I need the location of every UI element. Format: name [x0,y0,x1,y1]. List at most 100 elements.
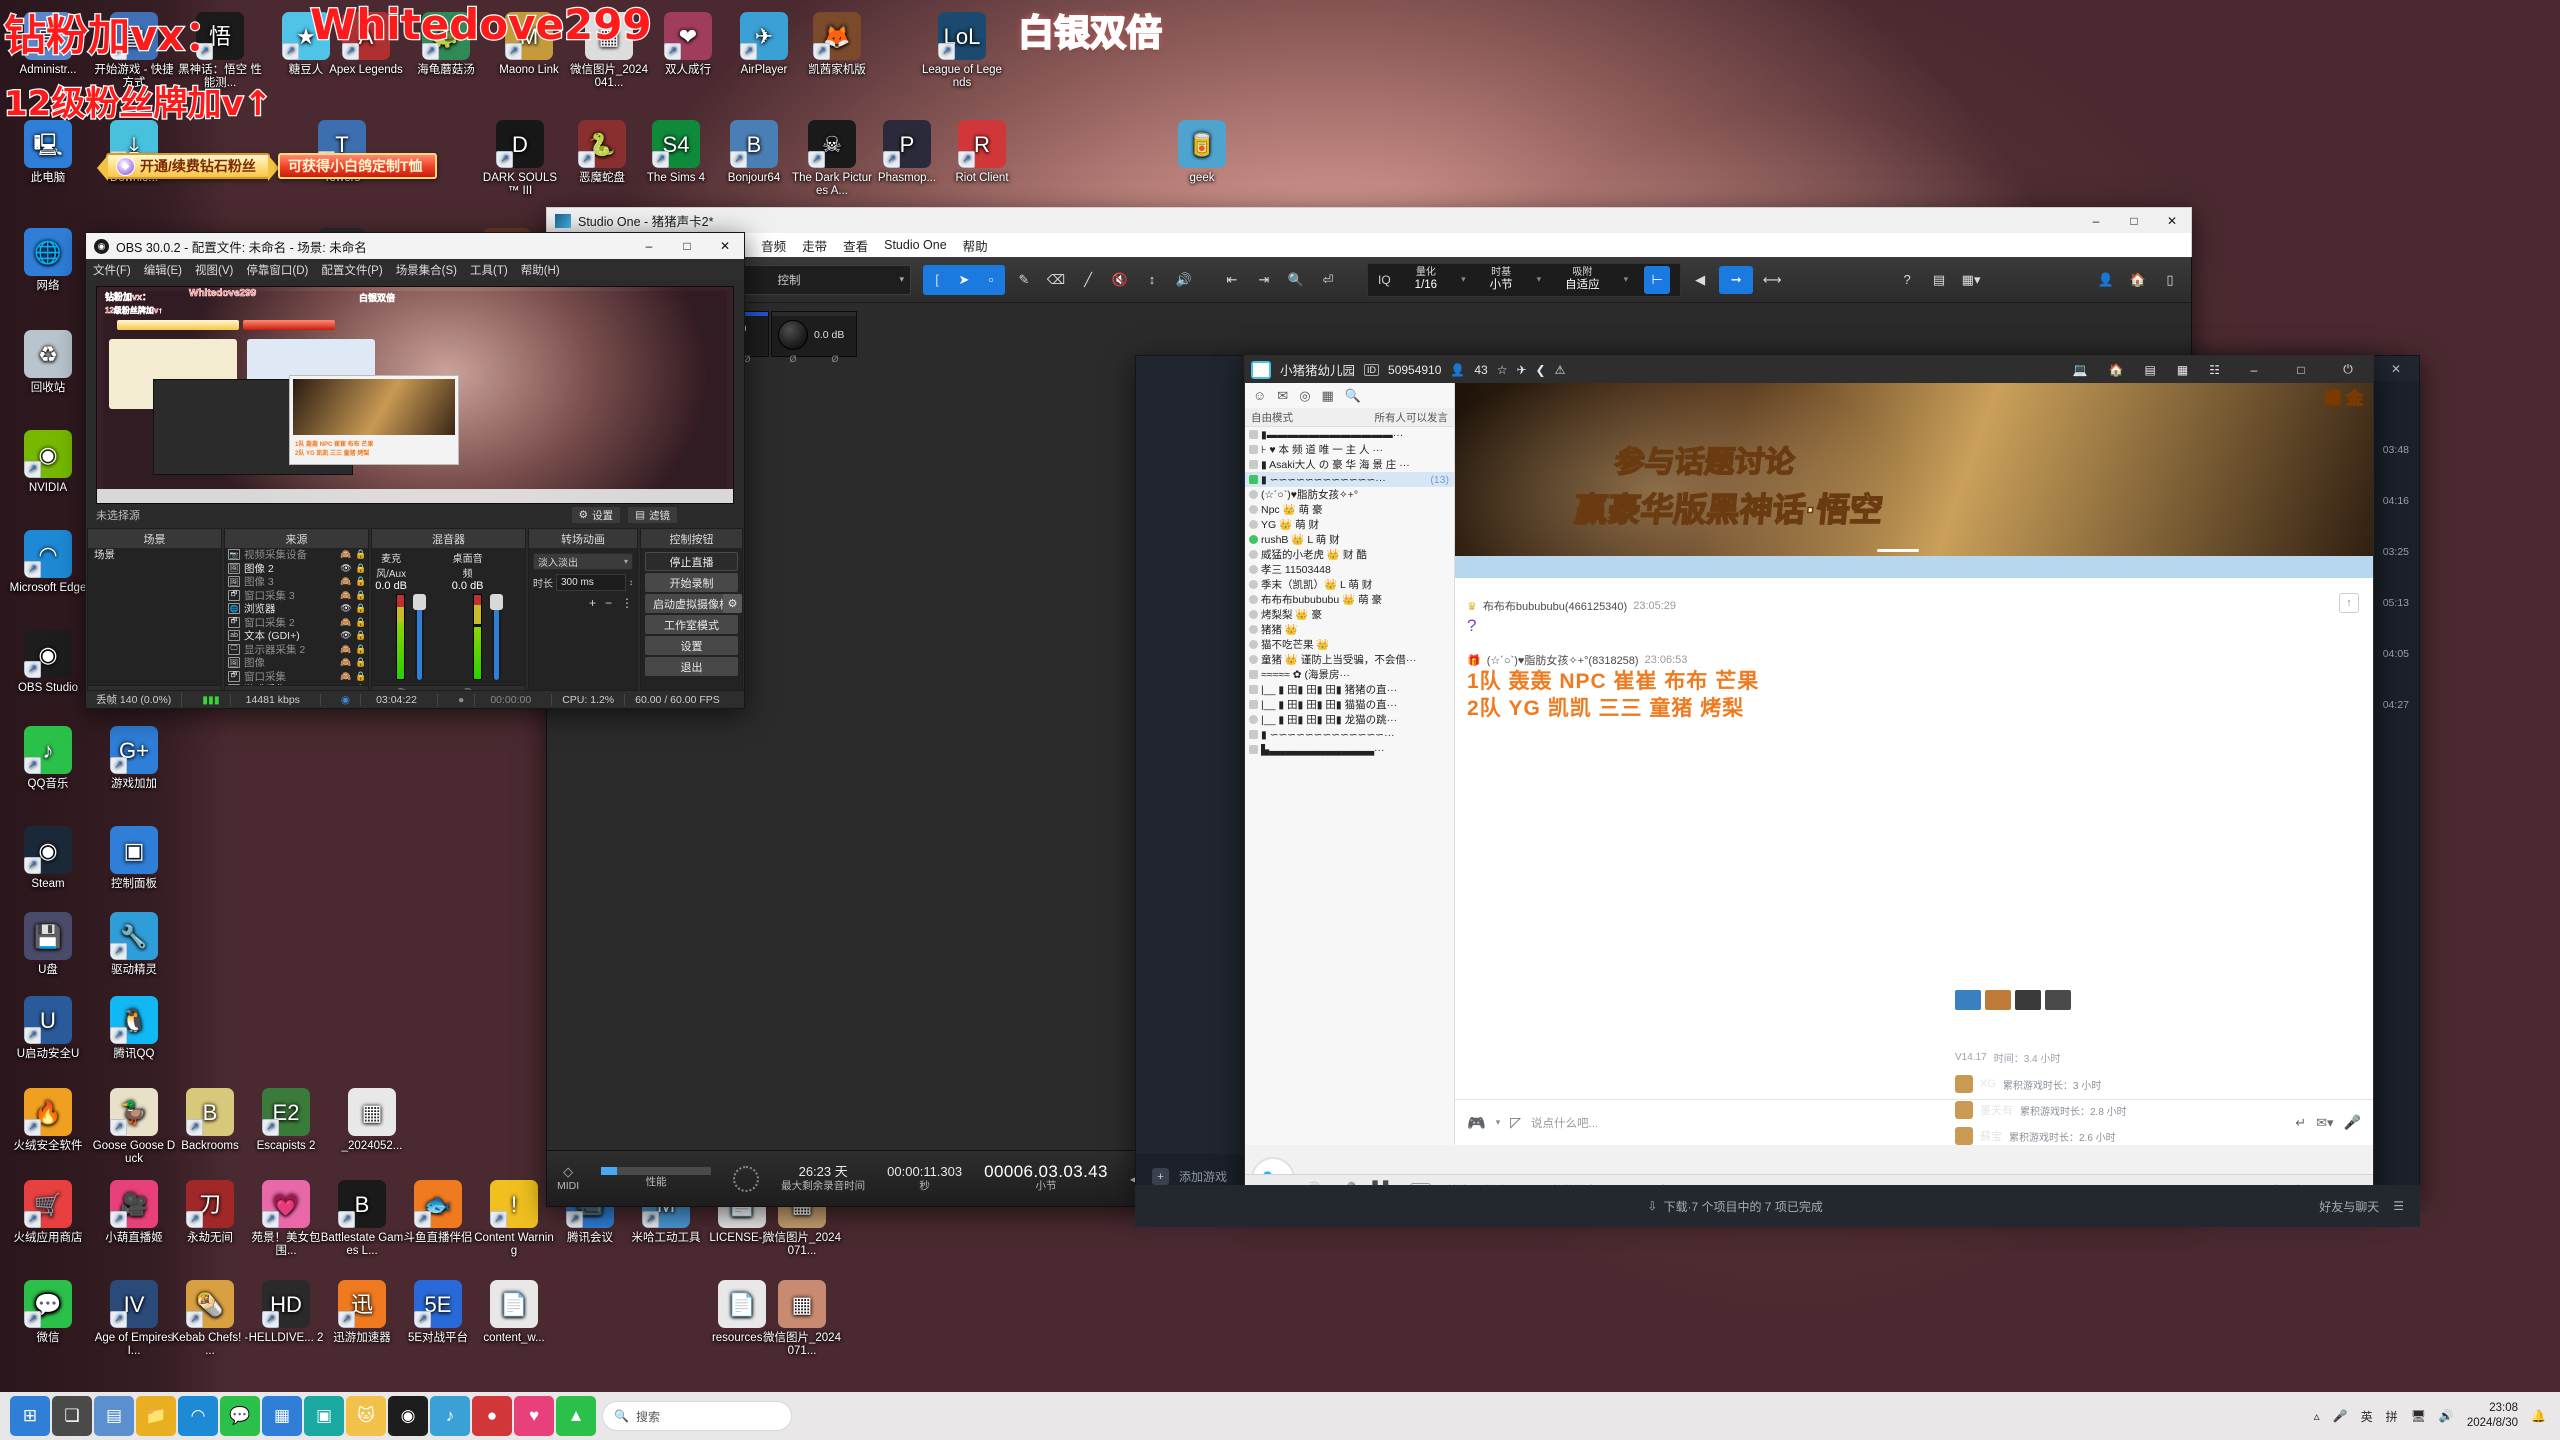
obs-menu-item-1[interactable]: 编辑(E) [144,262,182,278]
desktop-icon-39[interactable]: G+ 游戏加加 [92,726,176,791]
mixer-ch1-fader[interactable] [413,594,427,680]
obs-menu-item-7[interactable]: 帮助(H) [521,262,560,278]
eraser-tool-icon[interactable]: ⌫ [1043,266,1069,294]
send-icon[interactable]: ✈ [1516,363,1526,377]
enter-send-icon[interactable]: ↵ [2295,1115,2306,1131]
yy-channel-item[interactable]: ▮ ∽∽∽∽∽∽∽∽∽∽∽∽∽··· [1245,727,1454,742]
yy-channel-item[interactable]: (☆´○`)♥脂肪女孩✧+° [1245,487,1454,502]
desktop-icon-40[interactable]: ◉ Steam [6,826,90,891]
yy-channel-item[interactable]: 孝三 11503448 [1245,562,1454,577]
desktop-icon-17[interactable]: S4 The Sims 4 [634,120,718,185]
desktop-icon-56[interactable]: 🐟 斗鱼直播伴侣 [396,1180,480,1245]
nudge-right-icon[interactable]: ➞ [1719,265,1754,294]
taskbar-studio-icon[interactable]: ♪ [430,1396,470,1436]
studio-one-menu-item-7[interactable]: 查看 [843,236,868,255]
obs-settings-button[interactable]: ⚙ 设置 [570,506,622,524]
yy-close-button[interactable]: ⏻ [2329,358,2367,382]
share-icon[interactable]: ❮ [1536,363,1546,377]
desktop-icon-47[interactable]: 🦆 Goose Goose Duck [92,1088,176,1166]
marquee-tool-icon[interactable]: ▫ [978,265,1004,294]
snap-toggle-icon[interactable]: ⊢ [1644,265,1671,294]
yy-channel-item[interactable]: YG 👑 萌 财 [1245,517,1454,532]
obs-transitions-body[interactable]: 淡入淡出 ▾ 时长 300 ms ↕ + − ⋮ [529,548,637,702]
desktop-icon-70[interactable]: ▦ 微信图片_2024071... [760,1280,844,1358]
tencent-friend-row[interactable]: 蘇宝 累积游戏时长：2.6 小时 [1955,1123,2255,1149]
range-tool-icon[interactable]: [ [924,266,950,294]
obs-window[interactable]: ◉ OBS 30.0.2 - 配置文件: 未命名 - 场景: 未命名 – □ ✕… [85,232,745,709]
obs-source-row[interactable]: 🖵 显示器采集 2 🙈 🔒 [225,643,368,657]
bend-tool-icon[interactable]: ↕ [1139,266,1165,294]
taskbar-wechat-icon[interactable]: 💬 [220,1396,260,1436]
source-lock-icon[interactable]: 🔒 [354,657,368,668]
arrow-tool-icon[interactable]: ➤ [951,265,977,294]
desktop-icon-63[interactable]: IV Age of Empires I... [92,1280,176,1358]
prev-marker-icon[interactable]: ⇤ [1219,266,1245,294]
yy-channel-item[interactable]: |__ ▮ 田▮ 田▮ 田▮ 猪猪の直··· [1245,682,1454,697]
desktop-icon-36[interactable]: ◉ OBS Studio [6,630,90,695]
emoji-chevron-icon[interactable]: ▾ [1496,1117,1501,1128]
desktop-icon-54[interactable]: 💗 苑景！美女包围... [244,1180,328,1258]
desktop-icon-11[interactable]: LoL League of Legends [920,12,1004,90]
notification-bell-icon[interactable]: 🔔 [2531,1409,2546,1423]
taskbar-taskview-icon[interactable]: ❏ [52,1396,92,1436]
scene-item[interactable]: 场景 [88,548,221,562]
obs-source-row[interactable]: 🗗 窗口采集 🙈 🔒 [225,670,368,684]
desktop-icon-42[interactable]: 💾 U盘 [6,912,90,977]
yy-promo-banner[interactable]: 爆 金 参与话题讨论 赢豪华版黑神话·悟空 [1455,383,2373,578]
taskbar-yy-icon[interactable]: 🐱 [346,1396,386,1436]
tencent-download-bar[interactable]: ⇩ 下载·7 个项目中的 7 项已完成 好友与聊天 ☰ [1135,1185,2420,1227]
desktop-icon-12[interactable]: 🖳 此电脑 [6,120,90,185]
yy-channel-item[interactable]: 猪猪 👑 [1245,622,1454,637]
transition-duration-value[interactable]: 300 ms [556,574,626,591]
channel-strip-3[interactable]: 0.0 dB Ø Ø [771,311,857,364]
yy-channel-item[interactable]: Npc 👑 萌 豪 [1245,502,1454,517]
desktop-icon-34[interactable]: ◠ Microsoft Edge [6,530,90,595]
thumb-3[interactable] [2015,990,2041,1010]
source-lock-icon[interactable]: 🔒 [354,603,368,614]
desktop-icon-62[interactable]: 💬 微信 [6,1280,90,1345]
desktop-icon-10[interactable]: 🦊 凯茜家机版 [795,12,879,77]
yy-channel-item[interactable]: ▙▃▃▃▃▃▃▃▃▃▃▃▃▃··· [1245,742,1454,757]
yy-channel-toolbar[interactable]: ☺ ✉ ◎ ▦ 🔍 [1245,383,1454,408]
source-lock-icon[interactable]: 🔒 [354,617,368,628]
obs-source-list[interactable]: 📷 视频采集设备 🙈 🔒 🖼 图像 2 👁 🔒 🖼 图像 3 🙈 🔒 🗗 窗口采集 3 🙈 🔒 🌐 浏览器 👁 🔒 🗗 窗… [225,548,368,685]
source-visibility-icon[interactable]: 🙈 [338,671,354,682]
quantize-field[interactable]: 量化 1/16 [1407,264,1445,296]
obs-preview-canvas[interactable]: 钻粉加vx： Whitedove299 12级粉丝牌加v↑ 白银双倍 1队 轰轰… [96,286,734,504]
transition-type-chevron-icon[interactable]: ▾ [624,557,632,566]
desktop-icon-48[interactable]: B Backrooms [168,1088,252,1153]
yy-channel-list[interactable]: ▮▬▬▬▬▬▬▬▬▬▬▬▬··· ⊦ ♥ 本 频 道 唯 一 主 人 ··· ▮ A… [1245,427,1454,1145]
snap-field[interactable]: 吸附 自适应 [1557,264,1608,296]
transition-type-value[interactable]: 淡入淡出 [534,554,624,569]
remove-transition-icon[interactable]: − [605,596,612,610]
studio-one-menu-item-9[interactable]: 帮助 [963,236,988,255]
grid-left-icon[interactable]: ◀ [1687,266,1713,294]
taskbar-pink-icon[interactable]: ♥ [514,1396,554,1436]
yy-home-icon[interactable]: 🏠 [2103,363,2130,377]
studio-one-menu-item-5[interactable]: 音频 [761,236,786,255]
obs-menu-item-5[interactable]: 场景集合(S) [396,262,457,278]
yy-maximize-button[interactable]: □ [2282,358,2320,382]
yy-channel-item[interactable]: 季末（凯凯）👑 L 萌 财 [1245,577,1454,592]
desktop-icon-22[interactable]: 🥫 geek [1160,120,1244,185]
desktop-icon-8[interactable]: ❤ 双人成行 [646,12,730,77]
member-icon[interactable]: ☺ [1253,388,1266,403]
autoscroll-icon[interactable]: ⏎ [1315,266,1341,294]
desktop-icon-15[interactable]: D DARK SOULS™ III [478,120,562,198]
desktop-icon-9[interactable]: ✈ AirPlayer [722,12,806,77]
yy-channel-panel[interactable]: ☺ ✉ ◎ ▦ 🔍 自由模式 所有人可以发言 ▮▬▬▬▬▬▬▬▬▬▬▬▬··· ⊦… [1245,383,1455,1145]
tencent-friend-row[interactable]: XG 累积游戏时长：3 小时 [1955,1071,2255,1097]
source-visibility-icon[interactable]: 👁 [338,603,354,614]
obs-scenes-dock[interactable]: 场景 场景 + − ▤ ▲ ▼ [87,528,222,703]
desktop-icon-18[interactable]: B Bonjour64 [712,120,796,185]
obs-scene-list[interactable]: 场景 [88,548,221,685]
taskbar-system-tray[interactable]: ▵ 🎤 英 拼 🖥 🔊 23:08 2024/8/30 🔔 [2314,1401,2560,1431]
duration-stepper-icon[interactable]: ↕ [629,578,633,587]
obs-filters-button[interactable]: ▤ 滤镜 [627,506,678,524]
home-icon[interactable]: 🏠 [2125,266,2151,294]
browser-panel-icon[interactable]: ▯ [2157,266,2183,294]
yy-tv-icon[interactable]: 💻 [2067,363,2094,377]
obs-source-toolbar[interactable]: 未选择源 ⚙ 设置 ▤ 滤镜 [86,504,744,526]
desktop-icon-21[interactable]: R Riot Client [940,120,1024,185]
source-visibility-icon[interactable]: 🙈 [338,590,354,601]
